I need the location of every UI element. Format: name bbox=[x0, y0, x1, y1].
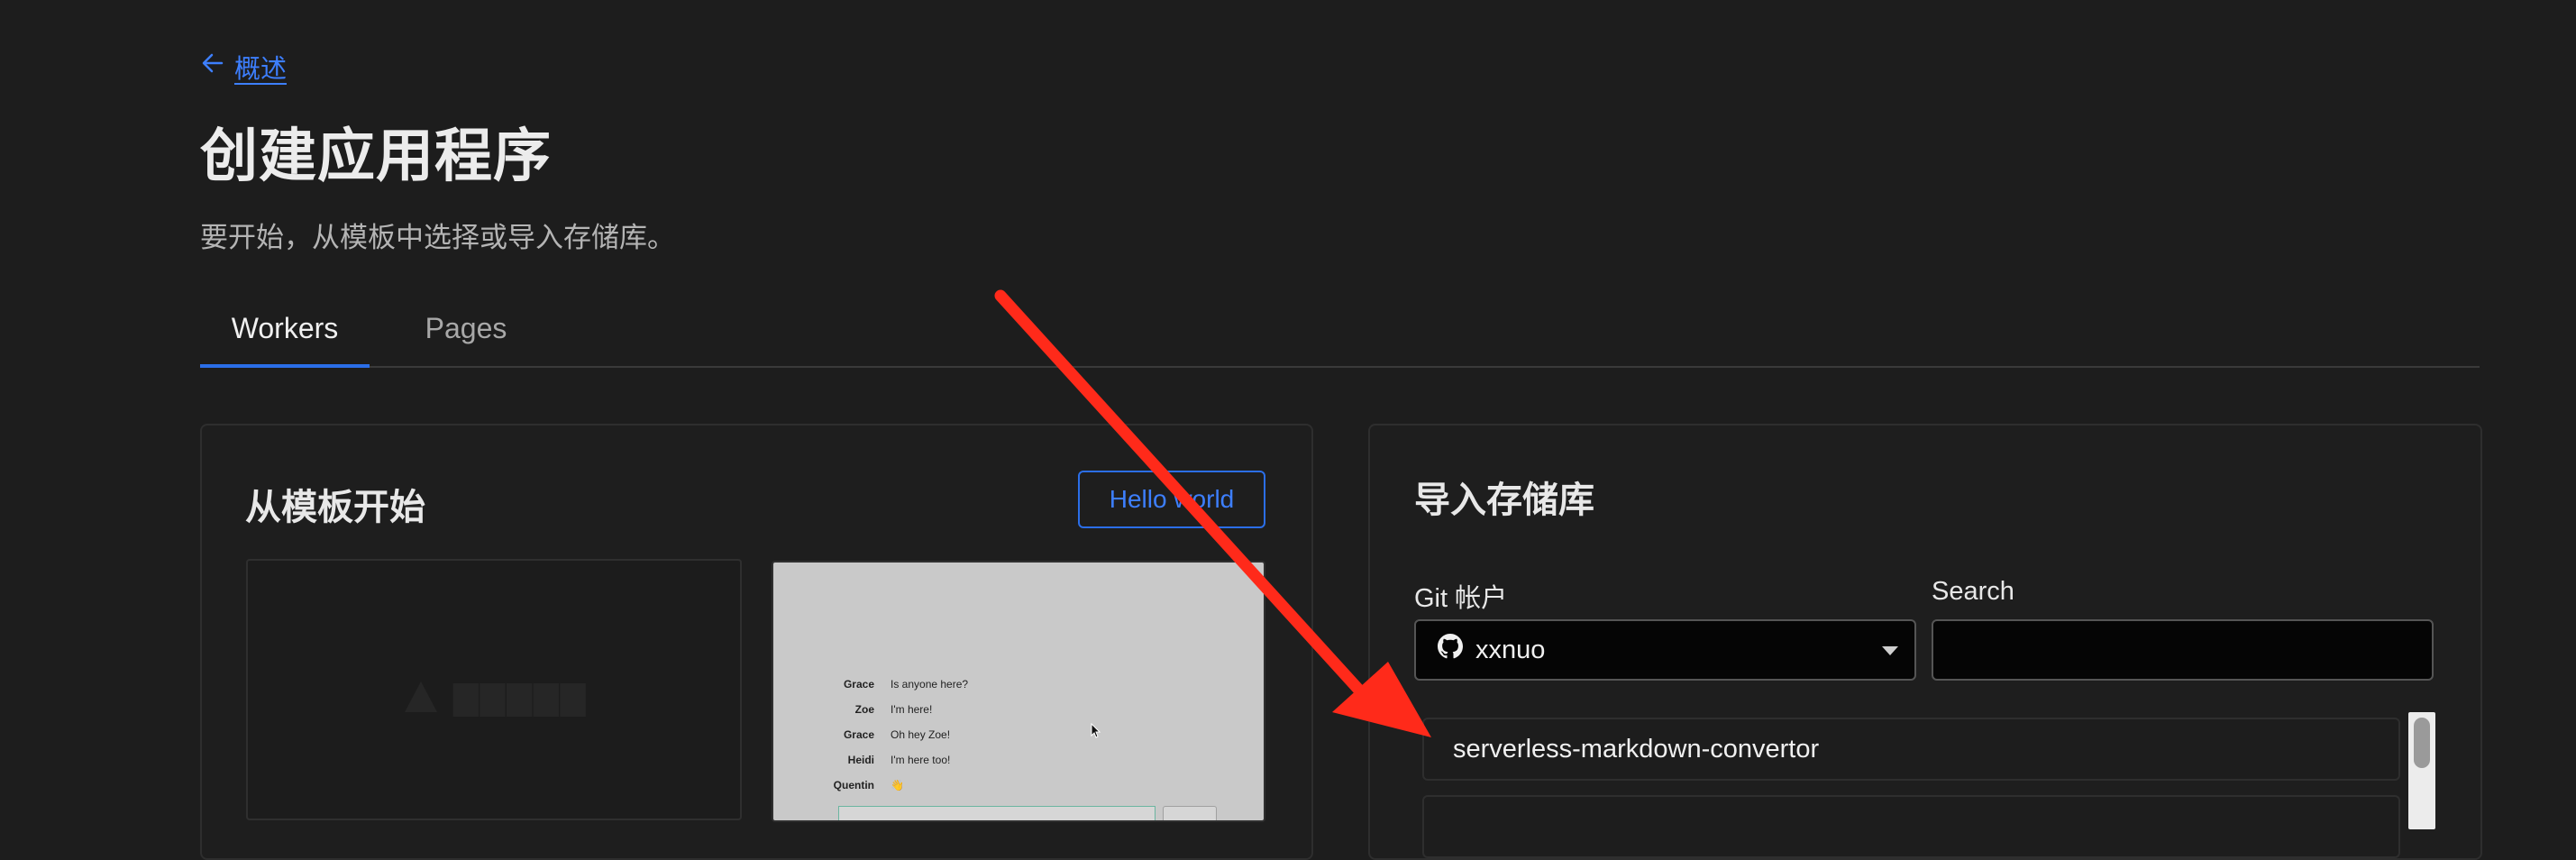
chat-text: 👋 bbox=[891, 779, 904, 791]
chat-user-name: Grace bbox=[843, 678, 874, 691]
arrow-left-icon bbox=[200, 50, 225, 83]
chevron-down-icon bbox=[1882, 646, 1898, 655]
repo-list-item[interactable]: serverless-markdown-convertor bbox=[1422, 718, 2400, 781]
github-icon bbox=[1438, 634, 1463, 666]
back-link[interactable]: 概述 bbox=[200, 49, 287, 85]
template-card-chat[interactable]: Grace Is anyone here? Zoe I'm here! Grac… bbox=[772, 561, 1265, 822]
chat-user-name: Quentin bbox=[833, 779, 874, 791]
chat-user-name: Heidi bbox=[847, 754, 874, 766]
tab-pages[interactable]: Pages bbox=[398, 290, 534, 366]
back-link-label[interactable]: 概述 bbox=[234, 48, 287, 86]
repo-name: serverless-markdown-convertor bbox=[1453, 734, 1820, 764]
git-account-label: Git 帐户 bbox=[1414, 584, 1508, 613]
page-title: 创建应用程序 bbox=[200, 124, 552, 188]
chat-user-name: Grace bbox=[843, 728, 874, 741]
search-input[interactable] bbox=[1932, 619, 2434, 681]
chat-message: Heidi I'm here too! bbox=[773, 754, 951, 766]
repo-list-item[interactable] bbox=[1422, 795, 2400, 858]
chat-text: Is anyone here? bbox=[891, 678, 969, 691]
template-card-logo[interactable]: ▇▇▇▇▇ bbox=[246, 559, 742, 820]
chat-user-name: Zoe bbox=[854, 703, 874, 716]
repo-list-scrollbar[interactable] bbox=[2408, 712, 2435, 829]
scrollbar-thumb[interactable] bbox=[2414, 718, 2430, 768]
git-account-value: xxnuo bbox=[1475, 635, 1546, 664]
chat-message: Grace Oh hey Zoe! bbox=[773, 728, 950, 741]
chat-preview-send-button bbox=[1163, 806, 1217, 820]
hello-world-button[interactable]: Hello world bbox=[1078, 471, 1265, 528]
page-subtitle: 要开始，从模板中选择或导入存储库。 bbox=[200, 222, 675, 253]
chat-text: Oh hey Zoe! bbox=[891, 728, 951, 741]
tab-workers[interactable]: Workers bbox=[200, 290, 370, 368]
tab-bar: Workers Pages bbox=[200, 290, 2480, 368]
chat-message: Grace Is anyone here? bbox=[773, 678, 968, 691]
import-panel-title: 导入存储库 bbox=[1414, 480, 1594, 520]
chat-message: Zoe I'm here! bbox=[773, 703, 933, 716]
chat-text: I'm here! bbox=[891, 703, 933, 716]
git-account-select[interactable]: xxnuo bbox=[1414, 619, 1916, 681]
chat-text: I'm here too! bbox=[891, 754, 951, 766]
mouse-cursor-icon bbox=[1091, 722, 1101, 744]
chat-preview-input bbox=[838, 806, 1156, 820]
search-label: Search bbox=[1932, 577, 2014, 606]
chat-message: Quentin 👋 bbox=[773, 779, 904, 791]
template-panel-title: 从模板开始 bbox=[245, 488, 425, 527]
template-logo-icon: ▇▇▇▇▇ bbox=[401, 678, 587, 718]
